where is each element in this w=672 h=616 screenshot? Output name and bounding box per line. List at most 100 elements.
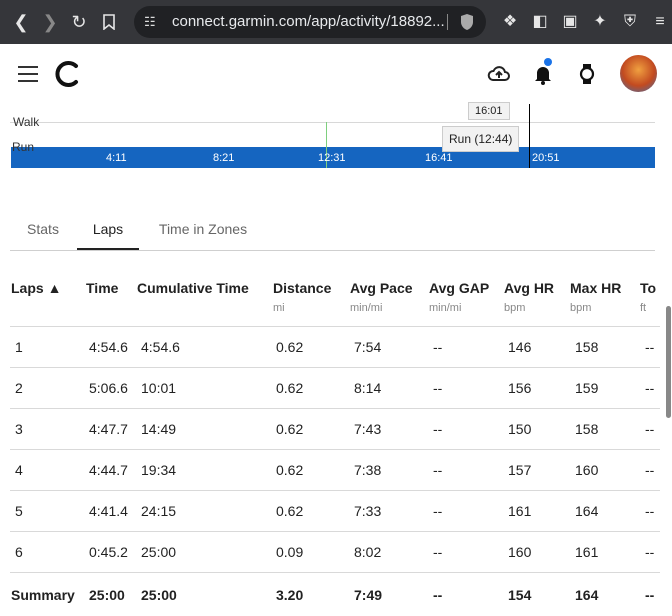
table-row[interactable]: 1 4:54.6 4:54.6 0.62 7:54 -- 146 158 -- [10, 326, 660, 367]
cell-distance: 0.62 [276, 339, 304, 355]
table-row[interactable]: 6 0:45.2 25:00 0.09 8:02 -- 160 161 -- [10, 531, 660, 572]
garmin-connect-logo[interactable] [52, 59, 82, 89]
summary-cumulative-time: 25:00 [141, 587, 177, 603]
cell-distance: 0.09 [276, 544, 304, 560]
hamburger-menu-icon[interactable] [18, 66, 38, 82]
header-avg-hr[interactable]: Avg HR [504, 280, 554, 296]
page-scrollbar[interactable] [666, 306, 671, 418]
menu-icon[interactable]: ≡ [648, 8, 672, 36]
cell-total-ascent: -- [645, 503, 655, 519]
tab-laps[interactable]: Laps [77, 211, 139, 250]
summary-lap-time: 25:00 [89, 587, 125, 603]
cell-distance: 0.62 [276, 380, 304, 396]
cell-lap-number: 1 [15, 339, 23, 355]
cell-avg-pace: 7:38 [354, 462, 382, 478]
summary-row: Summary 25:00 25:00 3.20 7:49 -- 154 164 -- [10, 572, 660, 613]
cell-cumulative-time: 24:15 [141, 503, 177, 519]
bookmark-icon[interactable] [96, 8, 122, 36]
summary-max-hr: 164 [575, 587, 599, 603]
table-row[interactable]: 2 5:06.6 10:01 0.62 8:14 -- 156 159 -- [10, 367, 660, 408]
unit-total-ascent: ft [640, 302, 647, 314]
cell-max-hr: 159 [575, 380, 599, 396]
app-header [0, 44, 672, 104]
cell-avg-gap: -- [433, 380, 443, 396]
leo-ai-icon[interactable]: ✦ [588, 8, 612, 36]
cell-total-ascent: -- [645, 339, 655, 355]
back-arrow-icon[interactable]: ❮ [8, 8, 34, 36]
cell-distance: 0.62 [276, 462, 304, 478]
time-tick: 12:31 [318, 152, 346, 164]
cell-total-ascent: -- [645, 380, 655, 396]
upload-cloud-icon[interactable] [487, 62, 511, 86]
cell-lap-number: 6 [15, 544, 23, 560]
forward-arrow-icon[interactable]: ❯ [37, 8, 63, 36]
table-row[interactable]: 3 4:47.7 14:49 0.62 7:43 -- 150 158 -- [10, 408, 660, 449]
vpn-icon[interactable]: ⛨ [618, 8, 642, 36]
summary-avg-pace: 7:49 [354, 587, 383, 603]
cell-max-hr: 158 [575, 421, 599, 437]
cell-avg-gap: -- [433, 462, 443, 478]
cell-cumulative-time: 4:54.6 [141, 339, 180, 355]
cell-avg-pace: 7:54 [354, 339, 382, 355]
cell-avg-gap: -- [433, 421, 443, 437]
chart-cursor-line [529, 104, 530, 168]
cell-lap-time: 4:44.7 [89, 462, 128, 478]
header-laps[interactable]: Laps ▲ [11, 280, 61, 296]
cell-avg-gap: -- [433, 503, 443, 519]
cell-avg-pace: 7:43 [354, 421, 382, 437]
tab-time-in-zones[interactable]: Time in Zones [148, 211, 258, 248]
sidebar-icon[interactable]: ◧ [528, 8, 552, 36]
summary-distance: 3.20 [276, 587, 304, 603]
notification-bell-icon[interactable] [531, 62, 555, 86]
header-distance[interactable]: Distance [273, 280, 331, 296]
cell-lap-number: 4 [15, 462, 23, 478]
site-settings-icon[interactable]: ☷ [144, 14, 160, 30]
url-text: connect.garmin.com/app/activity/18892... [172, 13, 445, 30]
wallet-icon[interactable]: ▣ [558, 8, 582, 36]
table-row[interactable]: 5 4:41.4 24:15 0.62 7:33 -- 161 164 -- [10, 490, 660, 531]
cell-lap-time: 4:54.6 [89, 339, 128, 355]
reload-icon[interactable]: ↻ [66, 8, 92, 36]
address-bar[interactable]: ☷ connect.garmin.com/app/activity/18892.… [134, 6, 486, 38]
cell-cumulative-time: 25:00 [141, 544, 177, 560]
cell-avg-gap: -- [433, 544, 443, 560]
brave-shield-icon[interactable] [455, 8, 479, 36]
unit-avg-hr: bpm [504, 302, 526, 314]
tab-stats[interactable]: Stats [10, 211, 76, 248]
cell-avg-gap: -- [433, 339, 443, 355]
cell-avg-pace: 8:14 [354, 380, 382, 396]
summary-avg-hr: 154 [508, 587, 532, 603]
header-avg-pace[interactable]: Avg Pace [350, 280, 413, 296]
cell-distance: 0.62 [276, 503, 304, 519]
extensions-icon[interactable]: ❖ [498, 8, 522, 36]
activity-tabs: Stats Laps Time in Zones [10, 211, 655, 251]
unit-distance: mi [273, 302, 285, 314]
header-max-hr[interactable]: Max HR [570, 280, 621, 296]
table-row[interactable]: 4 4:44.7 19:34 0.62 7:38 -- 157 160 -- [10, 449, 660, 490]
activity-type-chart: Walk Run 4:11 8:21 12:31 16:41 20:51 16:… [10, 102, 655, 174]
cell-max-hr: 161 [575, 544, 599, 560]
unit-avg-gap: min/mi [429, 302, 462, 314]
cell-total-ascent: -- [645, 544, 655, 560]
cell-max-hr: 160 [575, 462, 599, 478]
time-tick: 16:41 [425, 152, 453, 164]
chart-gridline [10, 122, 655, 123]
header-cumulative-time[interactable]: Cumulative Time [137, 280, 249, 296]
header-avg-gap[interactable]: Avg GAP [429, 280, 489, 296]
time-tick: 20:51 [532, 152, 560, 164]
header-total-ascent[interactable]: To [640, 280, 656, 296]
summary-avg-gap: -- [433, 587, 443, 603]
notification-badge [544, 58, 552, 66]
summary-lap-number: Summary [11, 587, 75, 603]
cell-lap-time: 5:06.6 [89, 380, 128, 396]
cell-avg-hr: 161 [508, 503, 532, 519]
user-avatar[interactable] [620, 55, 657, 92]
cell-distance: 0.62 [276, 421, 304, 437]
cell-cumulative-time: 14:49 [141, 421, 177, 437]
header-time[interactable]: Time [86, 280, 118, 296]
browser-toolbar: ❮ ❯ ↻ ☷ connect.garmin.com/app/activity/… [0, 0, 672, 44]
cell-avg-pace: 7:33 [354, 503, 382, 519]
time-tick: 4:11 [106, 152, 127, 164]
watch-device-icon[interactable] [575, 62, 599, 86]
cell-avg-hr: 146 [508, 339, 532, 355]
